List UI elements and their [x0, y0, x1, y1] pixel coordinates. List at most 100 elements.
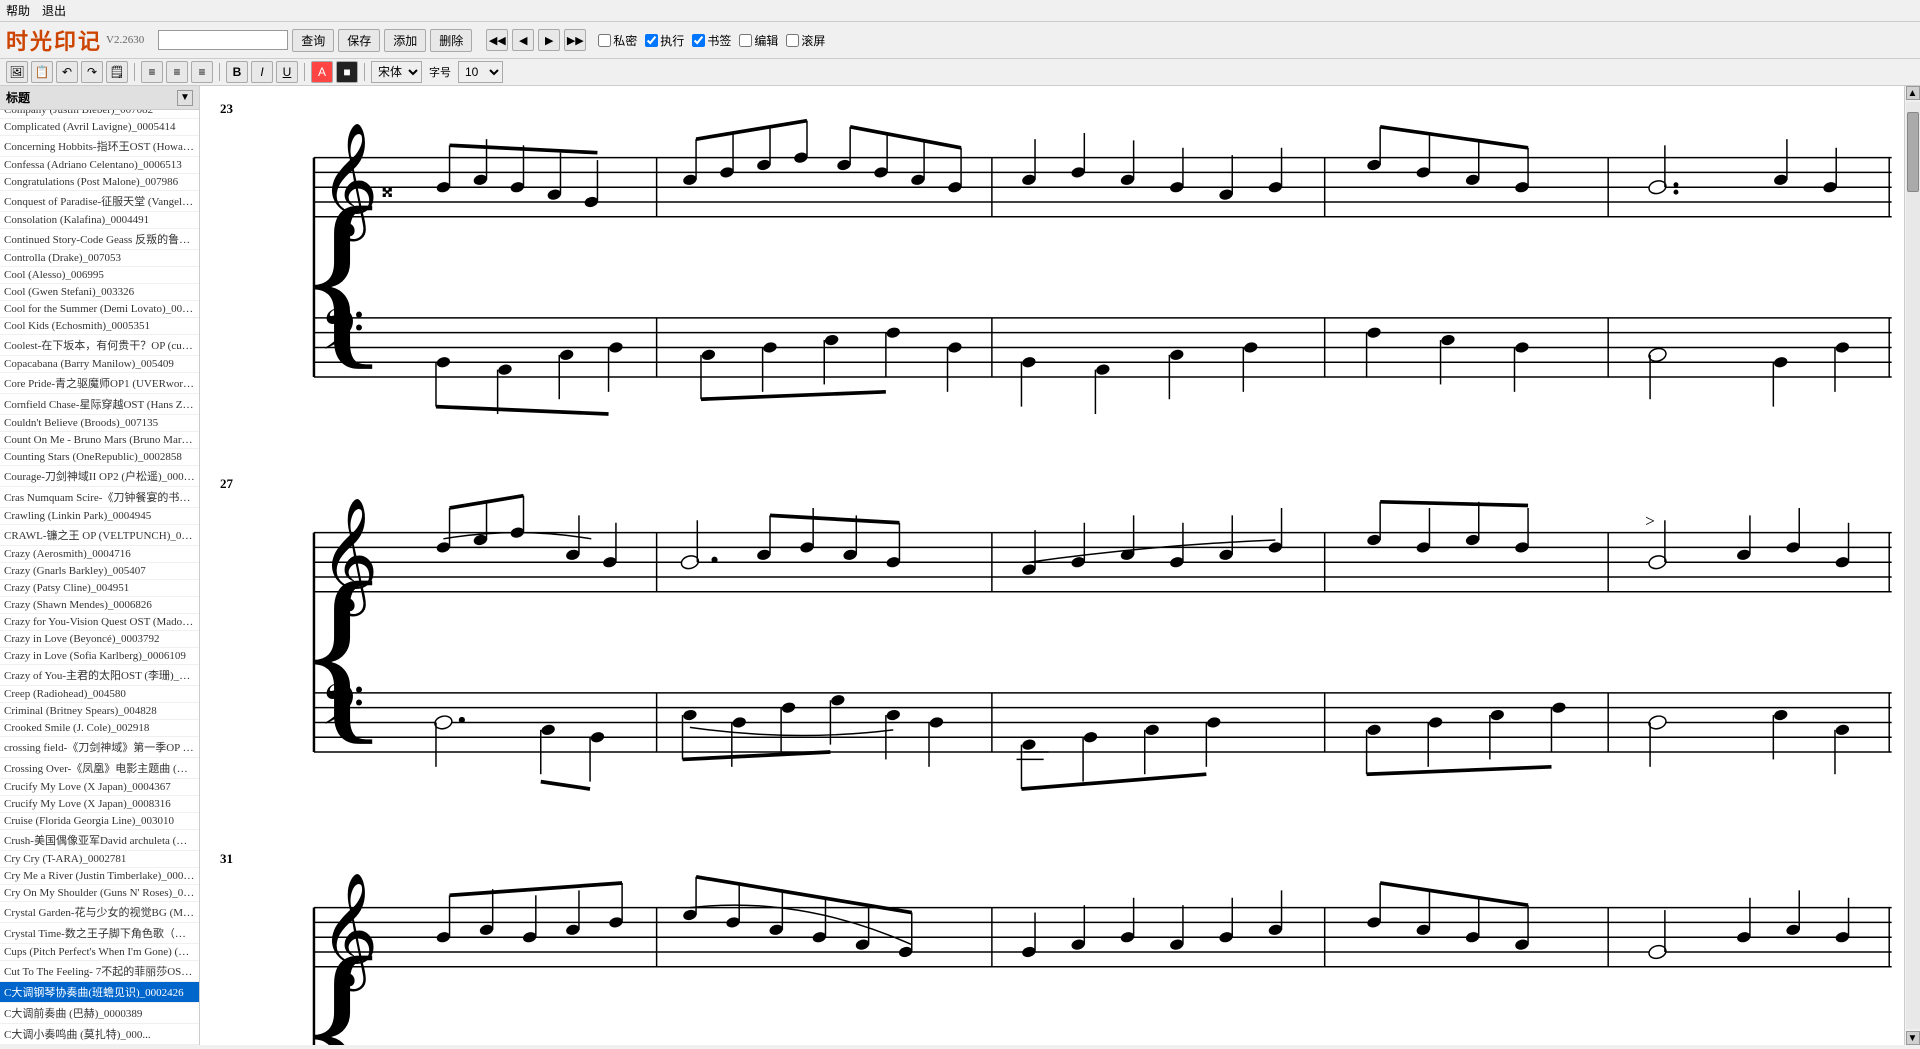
sidebar-item[interactable]: Crucify My Love (X Japan)_0004367: [0, 779, 199, 796]
nav-last-button[interactable]: ▶▶: [564, 29, 586, 51]
sidebar-item[interactable]: Cool Kids (Echosmith)_0005351: [0, 318, 199, 335]
sidebar-item[interactable]: Crazy (Shawn Mendes)_0006826: [0, 597, 199, 614]
right-scrollbar[interactable]: ▲ ▼: [1904, 86, 1920, 1045]
font-family-select[interactable]: 宋体: [371, 61, 422, 83]
font-size-select[interactable]: 10 12 14 16: [458, 61, 503, 83]
sidebar-item[interactable]: C大调钢琴协奏曲(班蟾见识)_0002426: [0, 982, 199, 1003]
sidebar-item[interactable]: Crystal Time-数之王子脚下角色歌（一之王...: [0, 923, 199, 944]
sidebar-item[interactable]: Core Pride-青之驱魔师OP1 (UVERworld)_0...: [0, 373, 199, 394]
sidebar-item[interactable]: Crazy in Love (Beyoncé)_0003792: [0, 631, 199, 648]
sidebar-item[interactable]: Cool (Gwen Stefani)_003326: [0, 284, 199, 301]
underline-button[interactable]: U: [276, 61, 298, 83]
sidebar-item[interactable]: Crazy (Patsy Cline)_004951: [0, 580, 199, 597]
sidebar-item[interactable]: C大调小奏鸣曲 (莫扎特)_000...: [0, 1024, 199, 1045]
scroll-down-button[interactable]: ▼: [1906, 1031, 1920, 1045]
sidebar-item[interactable]: Continued Story-Code Geass 反叛的鲁路修...: [0, 229, 199, 250]
redo-button[interactable]: ↷: [81, 61, 103, 83]
nav-next-button[interactable]: ▶: [538, 29, 560, 51]
format-icon-2[interactable]: 📋: [31, 61, 53, 83]
sidebar-item[interactable]: crossing field-《刀剑神域》第一季OP (Lis...: [0, 737, 199, 758]
sidebar-list[interactable]: Come and Get Your Love (Redbone)_00070..…: [0, 110, 199, 1045]
sidebar-item[interactable]: Coolest-在下坂本，有何贵干？OP (custo...: [0, 335, 199, 356]
add-button[interactable]: 添加: [384, 29, 426, 52]
sidebar-item[interactable]: Couldn't Believe (Broods)_007135: [0, 415, 199, 432]
sidebar-item[interactable]: Confessa (Adriano Celentano)_0006513: [0, 157, 199, 174]
undo-button[interactable]: ↶: [56, 61, 78, 83]
sidebar-item[interactable]: Courage-刀剑神域II OP2 (户松遥)_00051...: [0, 466, 199, 487]
sidebar-item[interactable]: Cool for the Summer (Demi Lovato)_006627: [0, 301, 199, 318]
sidebar-item[interactable]: Conquest of Paradise-征服天堂 (Vangelis)_...: [0, 191, 199, 212]
format-icon-3[interactable]: 🗒: [106, 61, 128, 83]
align-center-button[interactable]: ≡: [166, 61, 188, 83]
score-section-27: 27 𝄞: [220, 471, 1884, 816]
sidebar-item[interactable]: Crazy of You-主君的太阳OST (李珊)_000...: [0, 665, 199, 686]
sidebar-item[interactable]: Cool (Alesso)_006995: [0, 267, 199, 284]
sidebar-item[interactable]: Crazy in Love (Sofia Karlberg)_0006109: [0, 648, 199, 665]
sidebar-item[interactable]: Crooked Smile (J. Cole)_002918: [0, 720, 199, 737]
svg-text:{: {: [295, 917, 390, 1045]
sidebar-item[interactable]: Copacabana (Barry Manilow)_005409: [0, 356, 199, 373]
measure-number-27: 27: [220, 476, 233, 492]
checkbox-private[interactable]: 私密: [598, 32, 637, 49]
scroll-track[interactable]: [1906, 102, 1920, 1029]
query-button[interactable]: 查询: [292, 29, 334, 52]
sidebar-item[interactable]: Cruise (Florida Georgia Line)_003010: [0, 813, 199, 830]
sidebar-item[interactable]: Complicated (Avril Lavigne)_0005414: [0, 119, 199, 136]
align-left-button[interactable]: ≡: [141, 61, 163, 83]
sidebar-item[interactable]: Crush-美国偶像亚军David archuleta (Davic...: [0, 830, 199, 851]
font-size-label: 字号: [425, 64, 455, 80]
search-input[interactable]: [158, 30, 288, 50]
sidebar-item[interactable]: Crazy (Gnarls Barkley)_005407: [0, 563, 199, 580]
sidebar-collapse-button[interactable]: ▼: [177, 90, 193, 106]
delete-button[interactable]: 删除: [430, 29, 472, 52]
format-icon-1[interactable]: 🖼: [6, 61, 28, 83]
sidebar-item[interactable]: Crawling (Linkin Park)_0004945: [0, 508, 199, 525]
sidebar-item[interactable]: Count On Me - Bruno Mars (Bruno Mars)_00…: [0, 432, 199, 449]
sidebar-item[interactable]: Crystal Garden-花与少女的视觉BG (Milio...: [0, 902, 199, 923]
sidebar-item[interactable]: Crucify My Love (X Japan)_0008316: [0, 796, 199, 813]
checkbox-scroll[interactable]: 滚屏: [786, 32, 825, 49]
sidebar-item[interactable]: Cups (Pitch Perfect's When I'm Gone) (An…: [0, 944, 199, 961]
sidebar-item[interactable]: Crossing Over-《凤凰》电影主题曲 (神思...: [0, 758, 199, 779]
sidebar-item[interactable]: Crazy (Aerosmith)_0004716: [0, 546, 199, 563]
sidebar-item[interactable]: Controlla (Drake)_007053: [0, 250, 199, 267]
sidebar-item[interactable]: Criminal (Britney Spears)_004828: [0, 703, 199, 720]
score-section-23: 23 𝄞 𝄪: [220, 96, 1884, 441]
sidebar-item[interactable]: Cry Me a River (Justin Timberlake)_00040…: [0, 868, 199, 885]
nav-first-button[interactable]: ◀◀: [486, 29, 508, 51]
sidebar-item[interactable]: Concerning Hobbits-指环王OST (Howard Sh...: [0, 136, 199, 157]
score-area[interactable]: 23 𝄞 𝄪: [200, 86, 1904, 1045]
separator-2: [219, 63, 220, 81]
sidebar-item[interactable]: Cut To The Feeling- 7不起的菲丽莎OST (C...: [0, 961, 199, 982]
sidebar-item[interactable]: Cras Numquam Scire-《刀钟餐宴的书架》...: [0, 487, 199, 508]
sidebar-item[interactable]: Congratulations (Post Malone)_007986: [0, 174, 199, 191]
sidebar-item[interactable]: Creep (Radiohead)_004580: [0, 686, 199, 703]
menu-exit[interactable]: 退出: [42, 2, 66, 19]
color-red-button[interactable]: A: [311, 61, 333, 83]
scroll-up-button[interactable]: ▲: [1906, 86, 1920, 100]
sidebar-item[interactable]: C大调前奏曲 (巴赫)_0000389: [0, 1003, 199, 1024]
save-button[interactable]: 保存: [338, 29, 380, 52]
color-black-button[interactable]: ■: [336, 61, 358, 83]
scroll-thumb[interactable]: [1907, 112, 1919, 192]
sidebar-item[interactable]: Counting Stars (OneRepublic)_0002858: [0, 449, 199, 466]
measure-number-23: 23: [220, 101, 233, 117]
checkbox-edit[interactable]: 编辑: [739, 32, 778, 49]
sidebar-item[interactable]: CRAWL-镰之王 OP (VELTPUNCH)_0004721: [0, 525, 199, 546]
sidebar-item[interactable]: Company (Justin Bieber)_007082: [0, 110, 199, 119]
separator-3: [304, 63, 305, 81]
sidebar-item[interactable]: Cry On My Shoulder (Guns N' Roses)_00039: [0, 885, 199, 902]
sidebar-item[interactable]: Consolation (Kalafina)_0004491: [0, 212, 199, 229]
checkbox-bookmark[interactable]: 书签: [692, 32, 731, 49]
italic-button[interactable]: I: [251, 61, 273, 83]
bold-button[interactable]: B: [226, 61, 248, 83]
sidebar-item[interactable]: Cornfield Chase-星际穿越OST (Hans Zimme...: [0, 394, 199, 415]
menu-help[interactable]: 帮助: [6, 2, 30, 19]
treble-staff-31: 𝄞: [314, 874, 1892, 992]
align-right-button[interactable]: ≡: [191, 61, 213, 83]
svg-text:{: {: [295, 167, 390, 386]
sidebar-item[interactable]: Crazy for You-Vision Quest OST (Madonna)…: [0, 614, 199, 631]
nav-prev-button[interactable]: ◀: [512, 29, 534, 51]
checkbox-execute[interactable]: 执行: [645, 32, 684, 49]
sidebar-item[interactable]: Cry Cry (T-ARA)_0002781: [0, 851, 199, 868]
